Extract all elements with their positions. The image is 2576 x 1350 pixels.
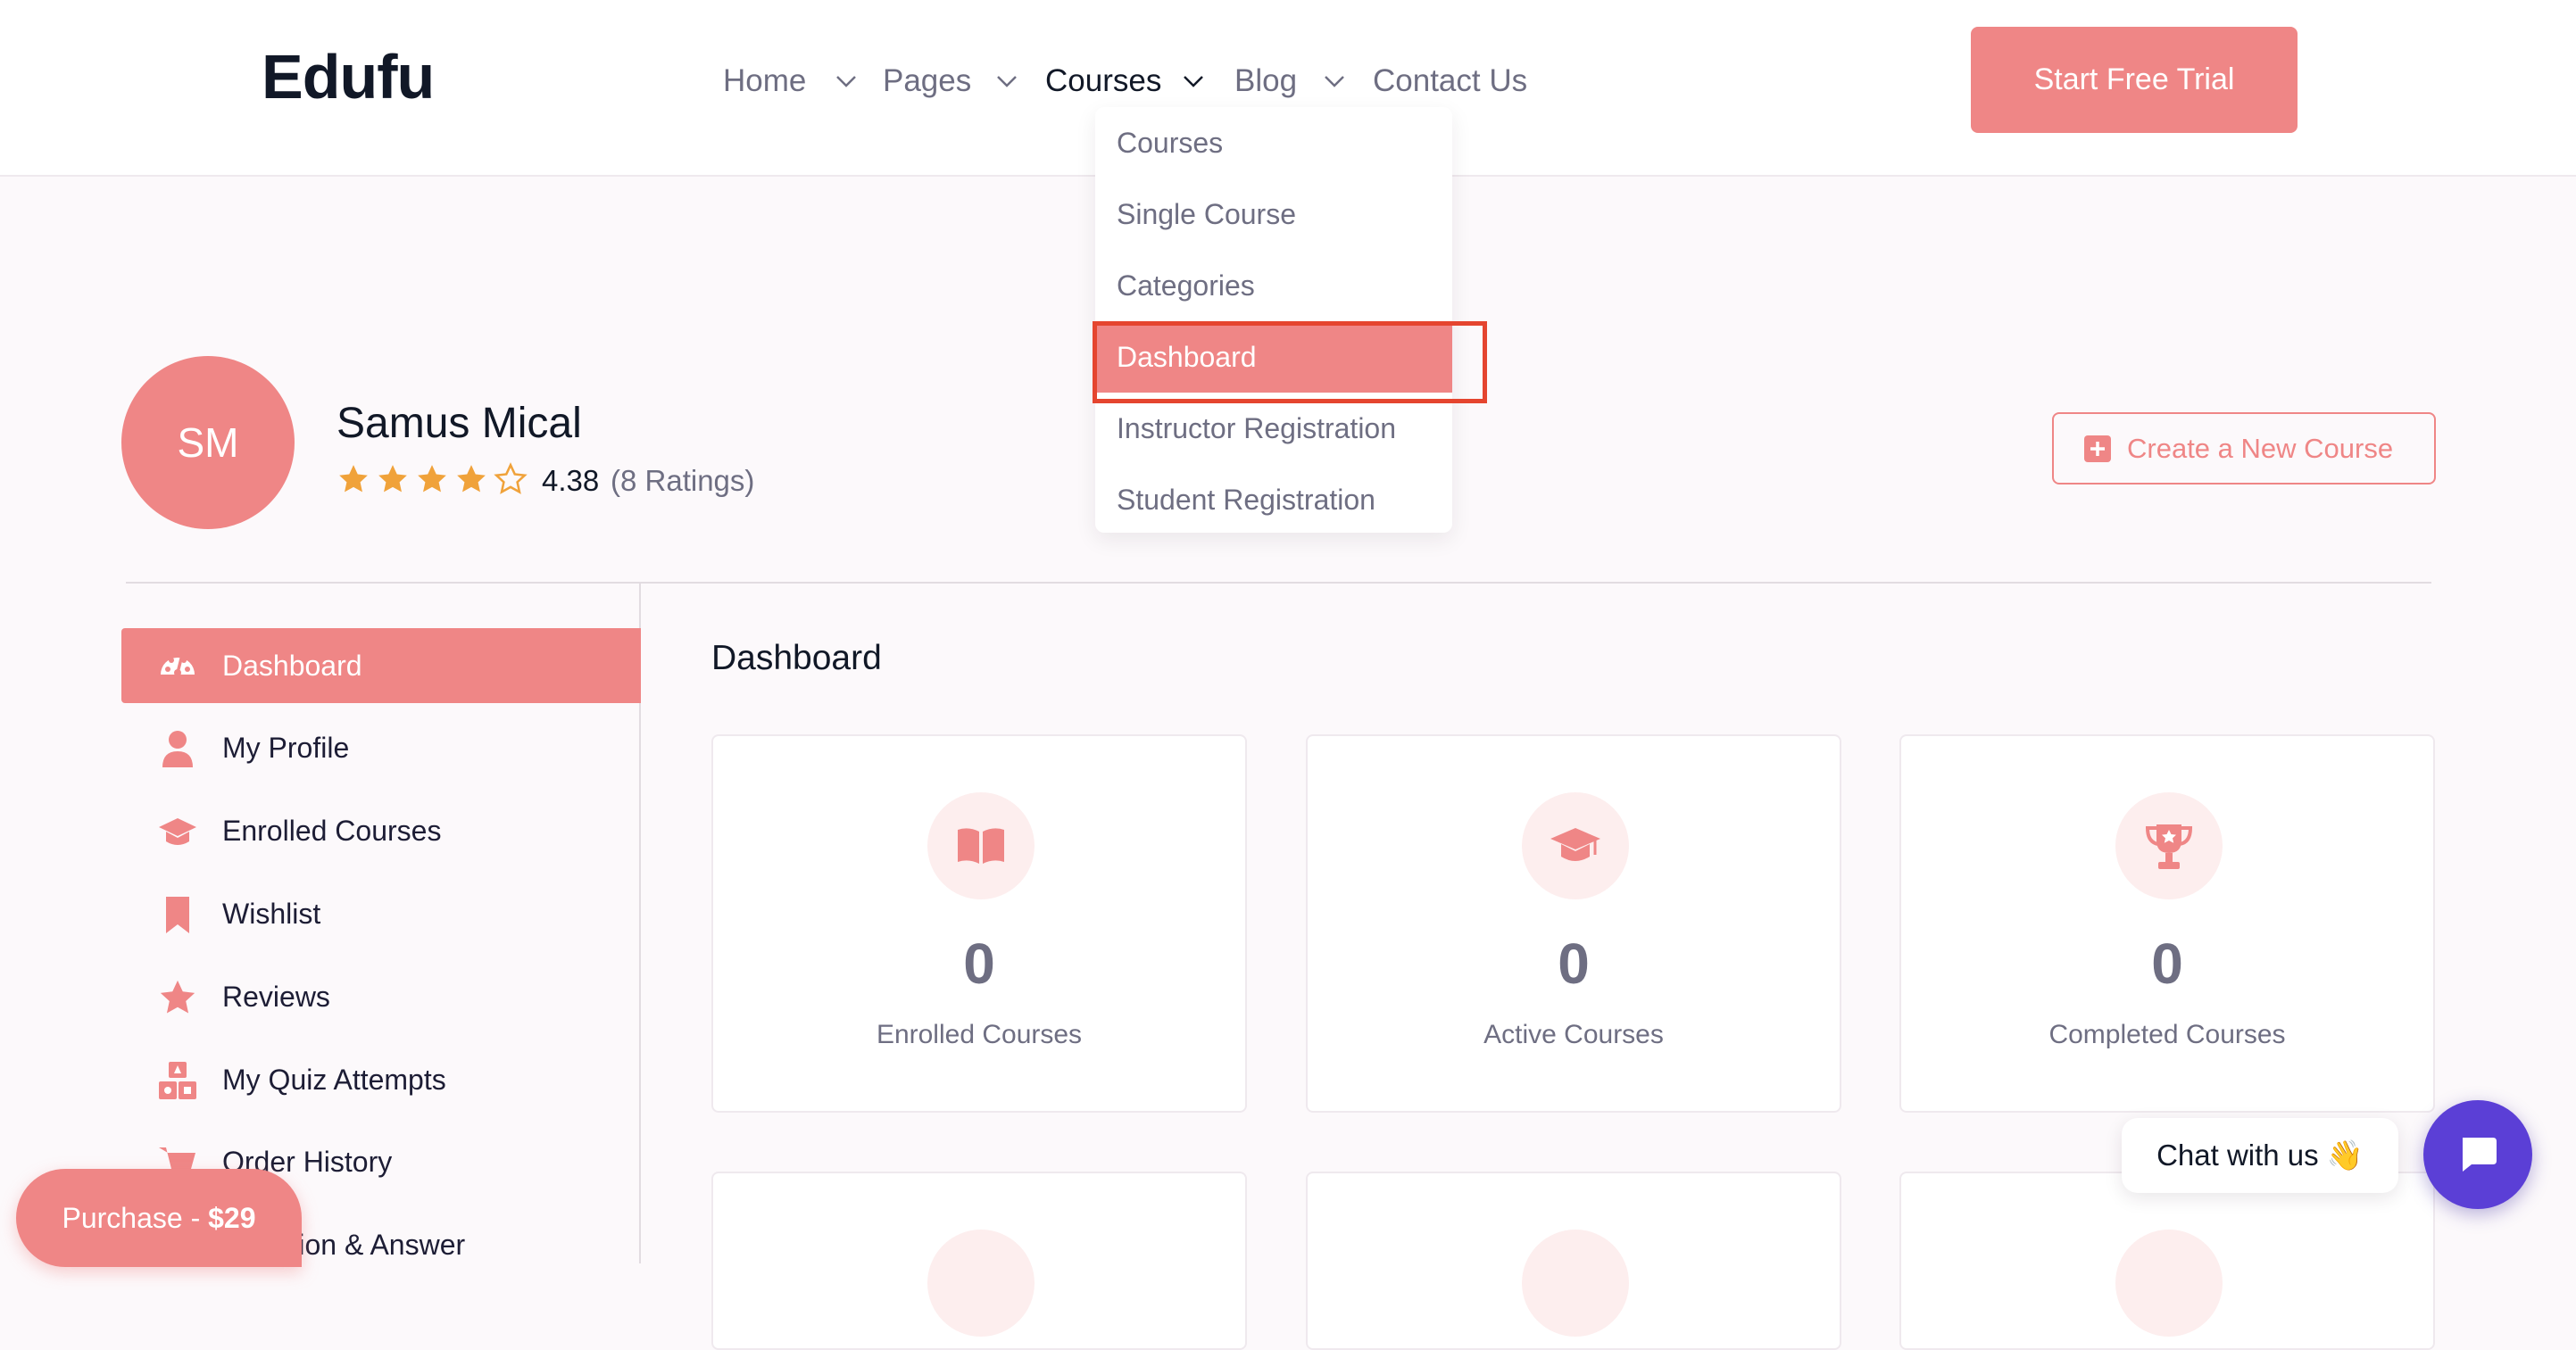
- stat-card-active-courses: 0 Active Courses: [1306, 734, 1841, 1113]
- stat-value: 0: [963, 932, 995, 996]
- open-book-icon: [958, 828, 1004, 864]
- nav-item-blog[interactable]: Blog: [1234, 52, 1297, 111]
- chat-launcher-button[interactable]: [2423, 1100, 2532, 1209]
- sidebar-item-label: My Profile: [222, 732, 350, 764]
- purchase-button[interactable]: Purchase - $29: [16, 1169, 302, 1267]
- stat-value: 0: [2151, 932, 2183, 996]
- stat-label: Completed Courses: [2048, 1020, 2286, 1049]
- star-filled-icon: [378, 465, 407, 493]
- dropdown-item-instructor-registration[interactable]: Instructor Registration: [1095, 393, 1452, 464]
- star-icon: [160, 980, 195, 1014]
- plus-square-icon: [2084, 435, 2111, 462]
- nav-item-home[interactable]: Home: [723, 52, 806, 111]
- dropdown-item-student-registration[interactable]: Student Registration: [1095, 464, 1452, 535]
- stat-card-completed-courses: 0 Completed Courses: [1899, 734, 2435, 1113]
- sidebar-item-dashboard[interactable]: Dashboard: [121, 628, 641, 703]
- dropdown-item-courses[interactable]: Courses: [1095, 107, 1452, 178]
- chevron-down-icon[interactable]: [835, 71, 858, 91]
- graduation-cap-icon: [159, 818, 196, 845]
- stat-label: Enrolled Courses: [876, 1020, 1083, 1049]
- chevron-down-icon[interactable]: [995, 71, 1018, 91]
- sidebar-item-label: Wishlist: [222, 898, 321, 930]
- page-title: Dashboard: [711, 639, 882, 677]
- dropdown-item-single-course[interactable]: Single Course: [1095, 178, 1452, 250]
- rating-value: 4.38: [542, 464, 600, 497]
- stat-icon-circle: [1522, 792, 1629, 899]
- purchase-prefix: Purchase -: [62, 1202, 209, 1234]
- sidebar-item-my-profile[interactable]: My Profile: [121, 710, 641, 785]
- dashboard-gauge-icon: [161, 657, 195, 676]
- avatar: SM: [121, 356, 295, 529]
- stat-label: Active Courses: [1483, 1020, 1664, 1049]
- stat-card: [1306, 1172, 1841, 1350]
- courses-dropdown-menu: Courses Single Course Categories Dashboa…: [1095, 107, 1452, 533]
- site-logo[interactable]: Edufu: [262, 41, 435, 112]
- sidebar-item-label: Dashboard: [222, 650, 362, 682]
- stat-icon-circle: [2115, 1230, 2223, 1337]
- stat-value: 0: [1558, 932, 1590, 996]
- star-filled-icon: [418, 465, 446, 493]
- sidebar-item-label: Reviews: [222, 981, 330, 1013]
- stat-card: [1899, 1172, 2435, 1350]
- nav-item-contact-us[interactable]: Contact Us: [1373, 52, 1527, 111]
- chevron-down-icon[interactable]: [1182, 71, 1205, 91]
- sidebar-item-label: My Quiz Attempts: [222, 1064, 446, 1096]
- sidebar-item-my-quiz-attempts[interactable]: My Quiz Attempts: [121, 1042, 641, 1117]
- star-filled-icon: [457, 465, 486, 493]
- bookmark-icon: [166, 897, 189, 933]
- dropdown-item-categories[interactable]: Categories: [1095, 250, 1452, 321]
- trophy-icon: [2145, 824, 2193, 869]
- sidebar-item-reviews[interactable]: Reviews: [121, 959, 641, 1034]
- chevron-down-icon[interactable]: [1323, 71, 1346, 91]
- stat-icon-circle: [2115, 792, 2223, 899]
- stat-icon-circle: [927, 792, 1035, 899]
- sidebar-item-enrolled-courses[interactable]: Enrolled Courses: [121, 793, 641, 868]
- stat-icon-circle: [1522, 1230, 1629, 1337]
- nav-item-pages[interactable]: Pages: [883, 52, 971, 111]
- highlight-box: [1093, 321, 1487, 403]
- stat-icon-circle: [927, 1230, 1035, 1337]
- sidebar-item-wishlist[interactable]: Wishlist: [121, 876, 641, 951]
- rating-count: (8 Ratings): [611, 464, 755, 497]
- star-empty-icon: [494, 462, 528, 494]
- stat-card-enrolled-courses: 0 Enrolled Courses: [711, 734, 1247, 1113]
- graduation-cap-icon: [1550, 828, 1600, 861]
- create-new-course-label: Create a New Course: [2127, 433, 2394, 464]
- sidebar-item-label: Enrolled Courses: [222, 815, 442, 847]
- user-icon: [162, 731, 193, 767]
- nav-item-courses[interactable]: Courses: [1045, 52, 1161, 111]
- section-divider: [126, 582, 2431, 584]
- purchase-price: $29: [208, 1202, 256, 1234]
- stat-card: [711, 1172, 1247, 1350]
- start-free-trial-button[interactable]: Start Free Trial: [1971, 27, 2298, 133]
- star-filled-icon: [339, 465, 368, 493]
- create-new-course-button[interactable]: Create a New Course: [2052, 412, 2436, 485]
- chat-bubble[interactable]: Chat with us 👋: [2122, 1118, 2398, 1193]
- chat-icon: [2463, 1138, 2497, 1172]
- quiz-shapes-icon: [159, 1062, 196, 1099]
- profile-name: Samus Mical: [337, 400, 582, 447]
